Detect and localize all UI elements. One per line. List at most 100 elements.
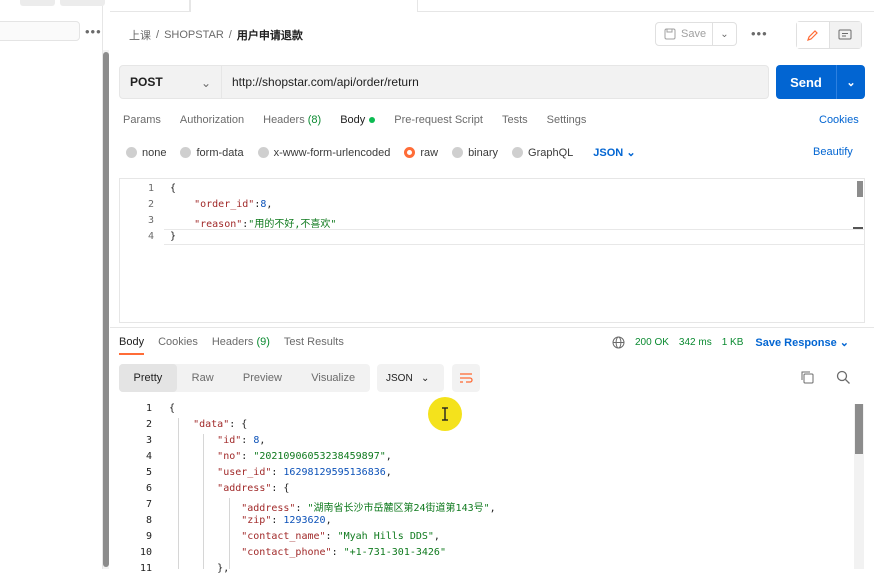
send-dropdown-icon[interactable]: ⌄ bbox=[837, 76, 865, 89]
globe-icon[interactable] bbox=[612, 336, 625, 349]
tab-settings[interactable]: Settings bbox=[547, 114, 587, 126]
response-scrollbar[interactable] bbox=[854, 404, 864, 569]
sidebar-tool-button[interactable] bbox=[60, 0, 105, 6]
pencil-icon bbox=[807, 29, 819, 41]
line-number: 9 bbox=[145, 531, 152, 542]
line-number: 2 bbox=[145, 419, 152, 430]
json-key: "data" bbox=[193, 419, 230, 430]
request-workspace: 上课 / SHOPSTAR / 用户申请退款 Save ⌄ ••• POST ⌄… bbox=[110, 0, 874, 574]
scrollbar-thumb[interactable] bbox=[855, 404, 863, 454]
tab-body[interactable]: Body bbox=[340, 114, 376, 126]
method-select[interactable]: POST ⌄ bbox=[119, 65, 222, 99]
code-line: "contact_phone": "+1-731-301-3426" bbox=[241, 547, 446, 558]
wrap-lines-button[interactable] bbox=[452, 364, 480, 392]
breadcrumb-collection[interactable]: 上课 bbox=[129, 27, 151, 43]
code-line: "id": 8, bbox=[217, 435, 266, 446]
status-code[interactable]: 200 OK bbox=[635, 337, 669, 348]
chevron-down-icon: ⌄ bbox=[421, 372, 430, 384]
body-type-none-label: none bbox=[142, 146, 167, 159]
current-line-highlight bbox=[164, 229, 864, 245]
response-tabs: Body Cookies Headers (9) Test Results bbox=[119, 336, 358, 355]
save-label: Save bbox=[681, 28, 707, 40]
brace: } bbox=[170, 231, 177, 242]
code-line: "order_id":8, bbox=[194, 199, 273, 210]
docs-view-button[interactable] bbox=[829, 22, 861, 48]
tab-test-results[interactable]: Test Results bbox=[284, 336, 344, 355]
response-size[interactable]: 1 KB bbox=[722, 337, 744, 348]
pane-divider[interactable] bbox=[110, 327, 874, 328]
beautify-button[interactable]: Beautify bbox=[813, 146, 853, 158]
code-line: "user_id": 16298129595136836, bbox=[217, 467, 392, 478]
chevron-down-icon: ⌄ bbox=[200, 76, 211, 90]
code-line: { bbox=[169, 403, 175, 414]
response-language-select[interactable]: JSON ⌄ bbox=[377, 364, 444, 392]
code-line: "address": { bbox=[217, 483, 290, 494]
save-response-label: Save Response bbox=[755, 337, 837, 349]
code-line: { bbox=[170, 183, 176, 194]
more-actions-icon[interactable]: ••• bbox=[751, 26, 768, 41]
json-number: 8 bbox=[253, 435, 260, 446]
save-dropdown-button[interactable]: ⌄ bbox=[713, 22, 737, 46]
sidebar-search-input[interactable] bbox=[0, 21, 80, 41]
sidebar-tool-button[interactable] bbox=[20, 0, 55, 6]
response-language-label: JSON bbox=[386, 372, 413, 384]
response-format-tabs: Pretty Raw Preview Visualize bbox=[119, 364, 370, 392]
send-label: Send bbox=[790, 74, 822, 90]
json-string: "用的不好,不喜欢" bbox=[248, 219, 337, 230]
collections-sidebar: ••• bbox=[0, 0, 105, 569]
format-raw[interactable]: Raw bbox=[177, 364, 229, 392]
sidebar-more-icon[interactable]: ••• bbox=[85, 24, 102, 39]
json-key: "user_id" bbox=[217, 467, 272, 478]
body-type-form-data[interactable]: form-data bbox=[180, 147, 244, 159]
breadcrumb-folder[interactable]: SHOPSTAR bbox=[164, 29, 224, 41]
tab-tests[interactable]: Tests bbox=[502, 114, 528, 126]
body-language-select[interactable]: JSON ⌄ bbox=[593, 146, 635, 159]
line-number: 2 bbox=[147, 199, 154, 210]
format-preview[interactable]: Preview bbox=[229, 364, 297, 392]
radio-icon bbox=[452, 147, 464, 158]
scrollbar-thumb[interactable] bbox=[103, 52, 109, 567]
response-body-viewer[interactable]: 1 2 3 4 5 6 7 8 9 10 11 { "data": { "id"… bbox=[119, 400, 865, 574]
format-pretty[interactable]: Pretty bbox=[119, 364, 177, 392]
tab-params[interactable]: Params bbox=[123, 114, 161, 126]
cookies-link[interactable]: Cookies bbox=[819, 114, 859, 126]
json-key: "reason" bbox=[194, 219, 243, 230]
save-response-button[interactable]: Save Response ⌄ bbox=[755, 336, 849, 349]
tab-authorization[interactable]: Authorization bbox=[180, 114, 244, 126]
breadcrumb-separator: / bbox=[228, 29, 232, 41]
format-visualize[interactable]: Visualize bbox=[296, 364, 370, 392]
tab-response-headers[interactable]: Headers (9) bbox=[212, 336, 270, 355]
sidebar-scrollbar[interactable] bbox=[103, 50, 109, 569]
body-indicator-dot bbox=[369, 117, 376, 124]
send-button[interactable]: Send ⌄ bbox=[776, 65, 865, 99]
response-time[interactable]: 342 ms bbox=[679, 337, 712, 348]
editor-scrollbar[interactable] bbox=[857, 181, 863, 197]
request-tabs-strip bbox=[110, 0, 874, 12]
tab-body-label: Body bbox=[340, 114, 366, 126]
search-icon[interactable] bbox=[836, 370, 851, 385]
body-type-graphql[interactable]: GraphQL bbox=[512, 147, 573, 159]
tab-response-cookies[interactable]: Cookies bbox=[158, 336, 198, 355]
tab-response-body[interactable]: Body bbox=[119, 336, 145, 355]
chevron-down-icon: ⌄ bbox=[720, 28, 729, 40]
line-number: 10 bbox=[139, 547, 152, 558]
radio-selected-icon bbox=[404, 147, 416, 158]
request-tab[interactable] bbox=[110, 0, 190, 12]
tab-headers[interactable]: Headers (8) bbox=[263, 114, 321, 126]
wrap-icon bbox=[460, 373, 473, 383]
json-number: 8 bbox=[260, 199, 267, 210]
breadcrumb-request-name[interactable]: 用户申请退款 bbox=[237, 27, 303, 43]
json-string: "20210906053238459897" bbox=[253, 451, 386, 462]
request-tab-active[interactable] bbox=[190, 0, 418, 12]
body-type-none[interactable]: none bbox=[126, 147, 166, 159]
body-type-raw[interactable]: raw bbox=[404, 147, 438, 159]
body-type-urlencoded[interactable]: x-www-form-urlencoded bbox=[257, 147, 390, 159]
save-icon bbox=[664, 28, 676, 40]
request-body-editor[interactable]: 1 2 3 4 { "order_id":8, "reason":"用的不好,不… bbox=[119, 178, 865, 323]
save-button[interactable]: Save bbox=[655, 22, 713, 46]
copy-icon[interactable] bbox=[800, 370, 815, 385]
tab-pre-request-script[interactable]: Pre-request Script bbox=[394, 114, 483, 126]
edit-view-button[interactable] bbox=[797, 22, 830, 48]
body-type-binary[interactable]: binary bbox=[452, 147, 498, 159]
url-input[interactable]: http://shopstar.com/api/order/return bbox=[222, 65, 769, 99]
